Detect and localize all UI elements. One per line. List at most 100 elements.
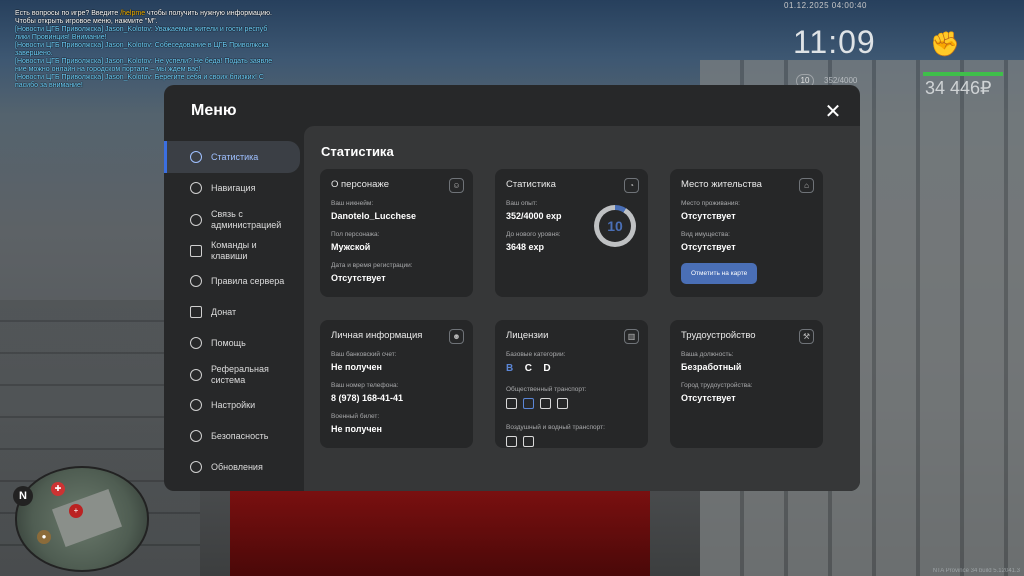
level-number: 10 [599,210,631,242]
license-icon: ▥ [624,329,639,344]
job-city-value: Отсутствует [681,393,736,403]
military-label: Военный билет: [331,413,380,420]
wallet-icon [190,306,202,318]
menu-title: Меню [191,102,237,119]
build-version: NTA Province 34 build 5.12041.3 [932,568,1020,574]
pie-chart-icon [190,151,202,163]
hud-date: 01.12.2025 04:00:40 [784,1,867,10]
sidebar-item-referral[interactable]: Реферальная система [164,358,300,392]
chat-line: Есть вопросы по игре? Введите /helpme чт… [15,10,273,17]
chat-line: [Новости ЦГБ Приволжска] Jason_Kolotov: … [15,58,273,73]
main-menu-window: Меню ✕ Статистика Навигация Связь с адми… [164,85,860,491]
metro-icon [557,398,568,409]
license-category: B [506,363,514,374]
bank-value: Не получен [331,362,382,372]
minimap-north-icon: N [13,486,33,506]
card-title: Место жительства [681,179,762,190]
sidebar-item-donate[interactable]: Донат [164,296,300,328]
keyboard-icon [190,245,202,257]
content-title: Статистика [321,144,394,159]
sidebar-item-security[interactable]: Безопасность [164,420,300,452]
job-city-label: Город трудоустройства: [681,382,753,389]
sidebar-item-statistics[interactable]: Статистика [164,141,300,173]
card-title: Личная информация [331,330,423,341]
plane-icon [506,436,517,447]
scales-icon [190,275,202,287]
public-transport-label: Общественный транспорт: [506,386,587,393]
boat-icon [523,436,534,447]
property-label: Вид имущества: [681,231,730,238]
user-icon: ☺ [449,178,464,193]
military-value: Не получен [331,424,382,434]
registration-label: Дата и время регистрации: [331,262,413,269]
background-car [230,490,650,576]
card-character: О персонаже ☺ Ваш никнейм: Danotelo_Lucc… [320,169,473,297]
bus-icon [523,398,534,409]
shop-icon: ● [37,530,51,544]
hud-exp: 352/4000 [824,76,858,85]
license-category: D [543,363,551,374]
marker-icon: + [69,504,83,518]
registration-value: Отсутствует [331,273,386,283]
refresh-icon [190,461,202,473]
minimap-road [51,488,123,548]
sidebar-item-navigation[interactable]: Навигация [164,172,300,204]
phone-value: 8 (978) 168-41-41 [331,393,404,403]
hud-clock: 11:09 [793,24,876,60]
level-progress-ring: 10 [594,205,636,247]
hud-health-bar [923,72,1003,76]
base-categories-label: Базовые категории: [506,351,566,358]
phone-label: Ваш номер телефона: [331,382,399,389]
trolleybus-icon [506,398,517,409]
card-employment: Трудоустройство ⚒ Ваша должность: Безраб… [670,320,823,448]
chat-line: Чтобы открыть игровое меню, нажмите "M". [15,18,158,25]
pickaxe-icon: ⚒ [799,329,814,344]
tram-icon [540,398,551,409]
mark-on-map-button[interactable]: Отметить на карте [681,263,758,284]
message-icon [190,214,202,226]
bank-label: Ваш банковский счет: [331,351,397,358]
hospital-icon: ✚ [51,482,65,496]
chat-line: [Новости ЦГБ Приволжска] Jason_Kolotov: … [15,26,268,41]
minimap: ✚ + ● [15,466,149,572]
license-category: C [524,363,532,374]
pie-chart-icon: ◔ [624,178,639,193]
gender-value: Мужской [331,242,371,252]
sidebar-item-commands[interactable]: Команды и клавиши [164,234,300,268]
card-title: Трудоустройство [681,330,756,341]
sidebar-item-rules[interactable]: Правила сервера [164,265,300,297]
sidebar-item-updates[interactable]: Обновления [164,451,300,483]
residence-value: Отсутствует [681,211,736,221]
sidebar-item-settings[interactable]: Настройки [164,389,300,421]
heart-hand-icon [190,337,202,349]
gear-icon [190,399,202,411]
position-value: Безработный [681,362,742,372]
card-title: Статистика [506,179,556,190]
card-title: О персонаже [331,179,390,190]
hud-money: 34 446₽ [925,78,992,98]
statistics-panel: Статистика О персонаже ☺ Ваш никнейм: Da… [304,126,860,491]
card-statistics: Статистика ◔ Ваш опыт: 352/4000 exp До н… [495,169,648,297]
smile-icon: ☻ [449,329,464,344]
property-value: Отсутствует [681,242,736,252]
card-title: Лицензии [506,330,549,341]
gender-label: Пол персонажа: [331,231,380,238]
chat-log: Есть вопросы по игре? Введите /helpme чт… [15,10,275,90]
fist-icon: ✊ [930,31,960,58]
position-label: Ваша должность: [681,351,734,358]
compass-icon [190,182,202,194]
nickname-value: Danotelo_Lucchese [331,211,417,221]
home-icon: ⌂ [799,178,814,193]
card-licenses: Лицензии ▥ Базовые категории: B C D Обще… [495,320,648,448]
chat-line: [Новости ЦГБ Приволжска] Jason_Kolotov: … [15,42,269,57]
shield-icon [190,430,202,442]
sidebar-item-contact-admin[interactable]: Связь с администрацией [164,203,300,237]
nickname-label: Ваш никнейм: [331,200,374,207]
air-water-label: Воздушный и водный транспорт: [506,424,605,431]
residence-label: Место проживания: [681,200,740,207]
close-icon[interactable]: ✕ [824,102,842,122]
sidebar-item-help[interactable]: Помощь [164,327,300,359]
card-residence: Место жительства ⌂ Место проживания: Отс… [670,169,823,297]
card-personal-info: Личная информация ☻ Ваш банковский счет:… [320,320,473,448]
network-icon [190,369,202,381]
